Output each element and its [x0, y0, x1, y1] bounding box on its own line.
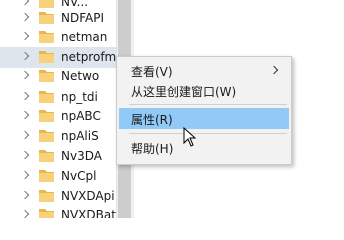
expand-chevron-icon[interactable] — [20, 12, 30, 22]
menu-item-view[interactable]: 查看(V) — [119, 60, 289, 81]
tree-item[interactable]: netman — [0, 27, 120, 48]
folder-icon — [39, 170, 54, 182]
menu-item-label: 从这里创建窗口(W) — [131, 85, 237, 99]
folder-icon — [39, 110, 54, 122]
tree-item[interactable]: np_tdi — [0, 87, 120, 108]
submenu-arrow-icon — [269, 65, 279, 75]
tree-item-label: NDFAPI — [61, 11, 105, 25]
expand-chevron-icon[interactable] — [20, 209, 30, 218]
tree-item-selected[interactable]: netprofm — [0, 47, 120, 68]
folder-icon — [39, 51, 54, 63]
tree-item-label: netman — [61, 30, 108, 44]
folder-icon — [39, 0, 54, 8]
tree-item-label: Nv3DA — [61, 149, 102, 163]
menu-item-properties[interactable]: 属性(R) — [119, 108, 289, 129]
tree-item-label: npAliS — [61, 129, 99, 143]
menu-item-create-window[interactable]: 从这里创建窗口(W) — [119, 80, 289, 101]
menu-item-help[interactable]: 帮助(H) — [119, 137, 289, 158]
menu-separator — [129, 104, 287, 105]
registry-tree: NV... NDFAPI netman netprofm Netwo np_td… — [0, 0, 120, 218]
tree-item[interactable]: NVXDApi — [0, 186, 120, 207]
tree-item-label: NVXDApi — [61, 189, 115, 203]
tree-item-label: Netwo — [61, 69, 100, 83]
menu-item-label: 帮助(H) — [131, 142, 174, 156]
expand-chevron-icon[interactable] — [20, 170, 30, 180]
mouse-cursor-icon — [183, 127, 197, 147]
folder-icon — [39, 190, 54, 202]
tree-item[interactable]: npABC — [0, 106, 120, 127]
tree-item[interactable]: NVXDBat — [0, 205, 120, 218]
menu-item-label: 查看(V) — [131, 65, 173, 79]
tree-item[interactable]: Netwo — [0, 66, 120, 87]
expand-chevron-icon[interactable] — [20, 70, 30, 80]
tree-item-label: netprofm — [61, 50, 117, 64]
tree-item-label: NvCpl — [61, 169, 97, 183]
expand-chevron-icon[interactable] — [20, 31, 30, 41]
folder-icon — [39, 12, 54, 24]
tree-item[interactable]: Nv3DA — [0, 146, 120, 167]
expand-chevron-icon[interactable] — [20, 51, 30, 61]
folder-icon — [39, 209, 54, 218]
expand-chevron-icon[interactable] — [20, 150, 30, 160]
menu-item-label: 属性(R) — [131, 113, 173, 127]
tree-item[interactable]: npAliS — [0, 126, 120, 147]
expand-chevron-icon[interactable] — [20, 0, 30, 6]
tree-item-label: npABC — [61, 109, 101, 123]
folder-icon — [39, 91, 54, 103]
tree-item[interactable]: NvCpl — [0, 166, 120, 187]
folder-icon — [39, 130, 54, 142]
tree-item-label: NVXDBat — [61, 208, 116, 218]
tree-item[interactable]: NDFAPI — [0, 8, 120, 29]
folder-icon — [39, 70, 54, 82]
expand-chevron-icon[interactable] — [20, 190, 30, 200]
tree-item-label: np_tdi — [61, 90, 98, 104]
expand-chevron-icon[interactable] — [20, 130, 30, 140]
expand-chevron-icon[interactable] — [20, 91, 30, 101]
expand-chevron-icon[interactable] — [20, 110, 30, 120]
folder-icon — [39, 31, 54, 43]
context-menu: 查看(V) 从这里创建窗口(W) 属性(R) 帮助(H) — [116, 56, 292, 165]
folder-icon — [39, 150, 54, 162]
menu-separator — [129, 133, 287, 134]
